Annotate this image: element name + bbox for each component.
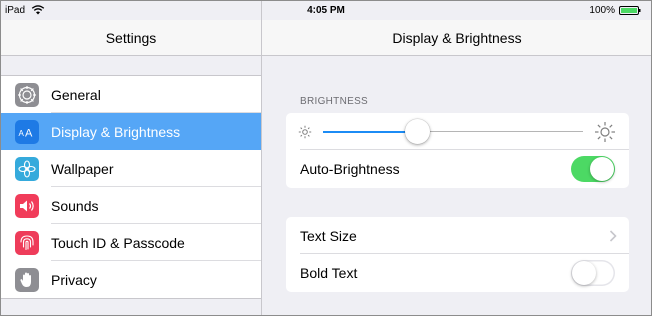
toggle-knob: [590, 157, 614, 181]
speaker-icon: [15, 194, 39, 218]
settings-item-display-brightness[interactable]: A A Display & Brightness: [1, 113, 261, 150]
status-time: 4:05 PM: [307, 5, 345, 16]
settings-item-label: Touch ID & Passcode: [51, 235, 185, 251]
auto-brightness-label: Auto-Brightness: [300, 161, 400, 177]
text-size-label: Text Size: [300, 228, 357, 244]
brightness-slider-thumb[interactable]: [405, 119, 430, 144]
settings-master-pane: Settings General A A Display & Brightnes…: [1, 1, 262, 315]
master-nav-bar: Settings: [1, 20, 261, 56]
settings-item-touch-id-passcode[interactable]: Touch ID & Passcode: [1, 224, 261, 261]
settings-item-label: Wallpaper: [51, 161, 114, 177]
master-title: Settings: [105, 30, 157, 46]
bold-text-toggle[interactable]: [571, 260, 615, 286]
svg-text:A: A: [19, 129, 25, 138]
battery-percentage: 100%: [589, 5, 615, 16]
brightness-section-header: BRIGHTNESS: [300, 96, 369, 107]
text-size-row[interactable]: Text Size: [286, 217, 629, 254]
ipad-screen: Settings General A A Display & Brightnes…: [0, 0, 652, 316]
auto-brightness-toggle[interactable]: [571, 156, 615, 182]
sun-large-icon: [595, 122, 615, 142]
hand-icon: [15, 268, 39, 292]
brightness-slider-row: [286, 113, 629, 150]
toggle-knob: [572, 261, 596, 285]
detail-nav-bar: Display & Brightness: [262, 20, 651, 56]
detail-pane: Display & Brightness BRIGHTNESS Auto-Bri…: [262, 1, 651, 315]
brightness-group: Auto-Brightness: [286, 113, 629, 188]
settings-item-wallpaper[interactable]: Wallpaper: [1, 150, 261, 187]
bold-text-row: Bold Text: [286, 254, 629, 291]
wallpaper-icon: [15, 157, 39, 181]
fingerprint-icon: [15, 231, 39, 255]
brightness-slider-track[interactable]: [417, 131, 583, 132]
sun-small-icon: [298, 125, 312, 139]
settings-item-privacy[interactable]: Privacy: [1, 261, 261, 298]
chevron-right-icon: [609, 230, 617, 242]
settings-list: General A A Display & Brightness Wallpap…: [1, 75, 261, 299]
settings-item-label: Privacy: [51, 272, 97, 288]
auto-brightness-row: Auto-Brightness: [286, 150, 629, 187]
svg-text:A: A: [25, 128, 33, 140]
status-bar: iPad 4:05 PM 100%: [1, 1, 651, 20]
settings-item-label: Display & Brightness: [51, 124, 181, 140]
settings-item-label: Sounds: [51, 198, 99, 214]
brightness-slider-fill: [323, 131, 417, 133]
settings-item-label: General: [51, 87, 101, 103]
detail-title: Display & Brightness: [392, 30, 522, 46]
battery-icon: [619, 6, 641, 15]
text-group: Text Size Bold Text: [286, 217, 629, 292]
settings-item-general[interactable]: General: [1, 76, 261, 113]
bold-text-label: Bold Text: [300, 265, 358, 281]
settings-item-sounds[interactable]: Sounds: [1, 187, 261, 224]
gear-icon: [15, 83, 39, 107]
text-size-icon: A A: [15, 120, 39, 144]
